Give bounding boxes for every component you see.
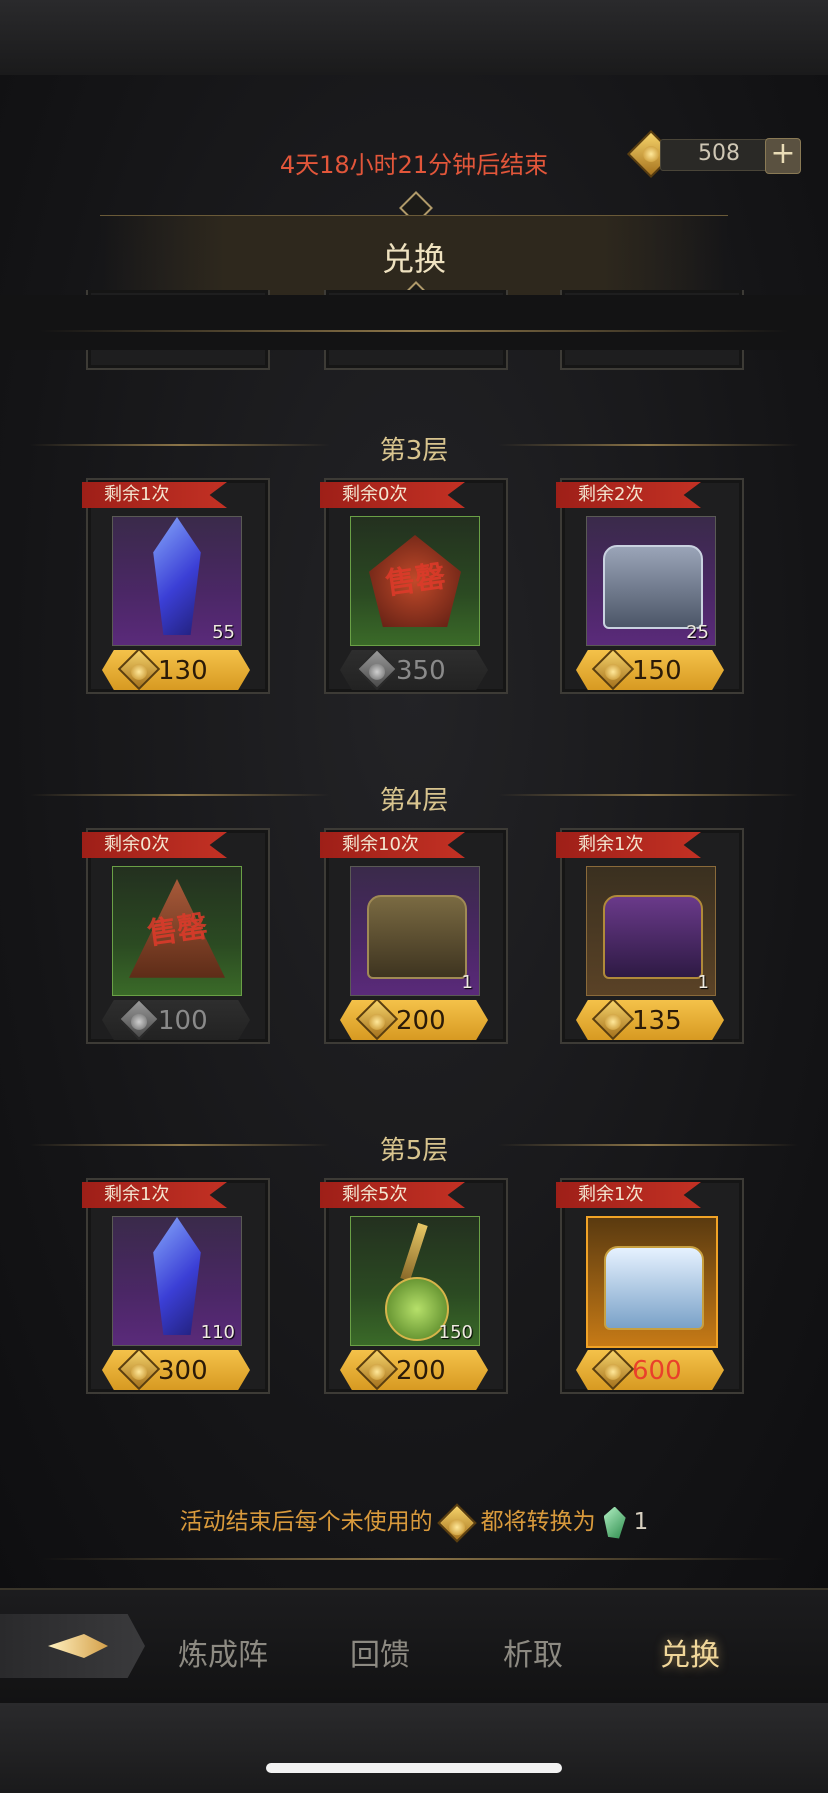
- remaining-tag: 剩余1次: [556, 832, 701, 858]
- conversion-note: 活动结束后每个未使用的 都将转换为 1: [0, 1502, 828, 1543]
- remaining-tag: 剩余10次: [320, 832, 465, 858]
- item-slot: 55: [112, 516, 242, 646]
- gold-coin-icon: [355, 1350, 399, 1390]
- gold-chest-icon: [367, 895, 467, 979]
- shop-item-card[interactable]: 剩余5次 150 200: [320, 1178, 508, 1394]
- scroll-mask: [0, 295, 828, 350]
- floor-label: 第3层: [379, 436, 449, 466]
- price-value: 600: [632, 1356, 682, 1386]
- price-value: 300: [158, 1356, 208, 1386]
- blue-crystal-icon: [153, 1217, 201, 1335]
- shop-item-card[interactable]: 剩余0次 售罄 350: [320, 478, 508, 694]
- ice-chest-icon: [604, 1246, 704, 1330]
- gold-coin-icon: [591, 1000, 635, 1040]
- price-value: 130: [158, 656, 208, 686]
- page-title: 兑换: [381, 240, 446, 278]
- divider: [40, 330, 788, 332]
- tab-extract[interactable]: 析取: [503, 1630, 563, 1674]
- item-slot: 150: [350, 1216, 480, 1346]
- currency-value: 508: [698, 141, 740, 166]
- remaining-tag: 剩余1次: [82, 1182, 227, 1208]
- gold-coin-icon: [591, 650, 635, 690]
- shop-item-card[interactable]: 剩余2次 25 150: [556, 478, 744, 694]
- item-slot: [586, 1216, 718, 1348]
- item-quantity: 55: [212, 622, 235, 643]
- item-slot: 售罄: [112, 866, 242, 996]
- gold-coin-icon: [355, 1000, 399, 1040]
- shop-item-card[interactable]: 剩余0次 售罄 100: [82, 828, 270, 1044]
- potion-staff-icon: [400, 1222, 428, 1282]
- shop-item-card[interactable]: 剩余1次 55 130: [82, 478, 270, 694]
- sold-out-stamp: 售罄: [145, 908, 210, 952]
- price-value: 135: [632, 1006, 682, 1036]
- remaining-tag: 剩余5次: [320, 1182, 465, 1208]
- tab-exchange[interactable]: 兑换: [660, 1630, 720, 1674]
- item-slot: 1: [350, 866, 480, 996]
- price-button[interactable]: 100: [102, 1000, 250, 1040]
- price-button[interactable]: 600: [576, 1350, 724, 1390]
- price-value: 100: [158, 1006, 208, 1036]
- item-quantity: 1: [461, 972, 473, 993]
- price-button[interactable]: 300: [102, 1350, 250, 1390]
- price-button[interactable]: 150: [576, 650, 724, 690]
- top-decorative-bar: [0, 0, 828, 77]
- price-value: 350: [396, 656, 446, 686]
- remaining-tag: 剩余1次: [82, 482, 227, 508]
- item-quantity: 1: [697, 972, 709, 993]
- item-quantity: 110: [200, 1322, 235, 1343]
- floor-label: 第4层: [379, 786, 449, 816]
- note-amount: 1: [633, 1509, 649, 1535]
- dark-chest-icon: [603, 895, 703, 979]
- price-button[interactable]: 200: [340, 1000, 488, 1040]
- gold-coin-icon: [436, 1502, 477, 1543]
- grey-coin-icon: [117, 1000, 161, 1040]
- price-button[interactable]: 350: [340, 650, 488, 690]
- tab-rewards[interactable]: 回馈: [350, 1630, 410, 1674]
- bottom-decorative-bar: [0, 1703, 828, 1793]
- gold-coin-icon: [117, 650, 161, 690]
- shop-item-card[interactable]: 剩余10次 1 200: [320, 828, 508, 1044]
- price-button[interactable]: 130: [102, 650, 250, 690]
- divider: [40, 1558, 788, 1560]
- item-quantity: 25: [686, 622, 709, 643]
- blue-crystal-icon: [153, 517, 201, 635]
- currency-display: 508 +: [626, 129, 805, 179]
- remaining-tag: 剩余0次: [320, 482, 465, 508]
- grey-coin-icon: [355, 650, 399, 690]
- price-value: 150: [632, 656, 682, 686]
- tab-alchemy[interactable]: 炼成阵: [178, 1630, 268, 1674]
- gold-coin-icon: [117, 1350, 161, 1390]
- item-quantity: 150: [438, 1322, 473, 1343]
- price-button[interactable]: 200: [340, 1350, 488, 1390]
- add-currency-button[interactable]: +: [765, 138, 801, 174]
- shop-item-card[interactable]: 剩余1次 110 300: [82, 1178, 270, 1394]
- price-value: 200: [396, 1006, 446, 1036]
- home-indicator[interactable]: [266, 1763, 562, 1773]
- shop-item-card[interactable]: 剩余1次 1 135: [556, 828, 744, 1044]
- remaining-tag: 剩余1次: [556, 1182, 701, 1208]
- shop-item-card[interactable]: 剩余1次 600: [556, 1178, 744, 1394]
- sold-out-stamp: 售罄: [383, 558, 448, 602]
- item-slot: 25: [586, 516, 716, 646]
- arrow-icon: [48, 1634, 108, 1658]
- item-slot: 110: [112, 1216, 242, 1346]
- price-button[interactable]: 135: [576, 1000, 724, 1040]
- note-text-before: 活动结束后每个未使用的: [179, 1509, 433, 1535]
- item-slot: 1: [586, 866, 716, 996]
- price-value: 200: [396, 1356, 446, 1386]
- remaining-tag: 剩余2次: [556, 482, 701, 508]
- silver-chest-icon: [603, 545, 703, 629]
- bottom-tab-bar: 炼成阵 回馈 析取 兑换: [0, 1588, 828, 1705]
- gold-coin-icon: [591, 1350, 635, 1390]
- green-shard-icon: [603, 1506, 626, 1539]
- back-button[interactable]: [0, 1614, 145, 1678]
- floor-label: 第5层: [379, 1136, 449, 1166]
- remaining-tag: 剩余0次: [82, 832, 227, 858]
- note-text-after: 都将转换为: [480, 1509, 596, 1535]
- item-slot: 售罄: [350, 516, 480, 646]
